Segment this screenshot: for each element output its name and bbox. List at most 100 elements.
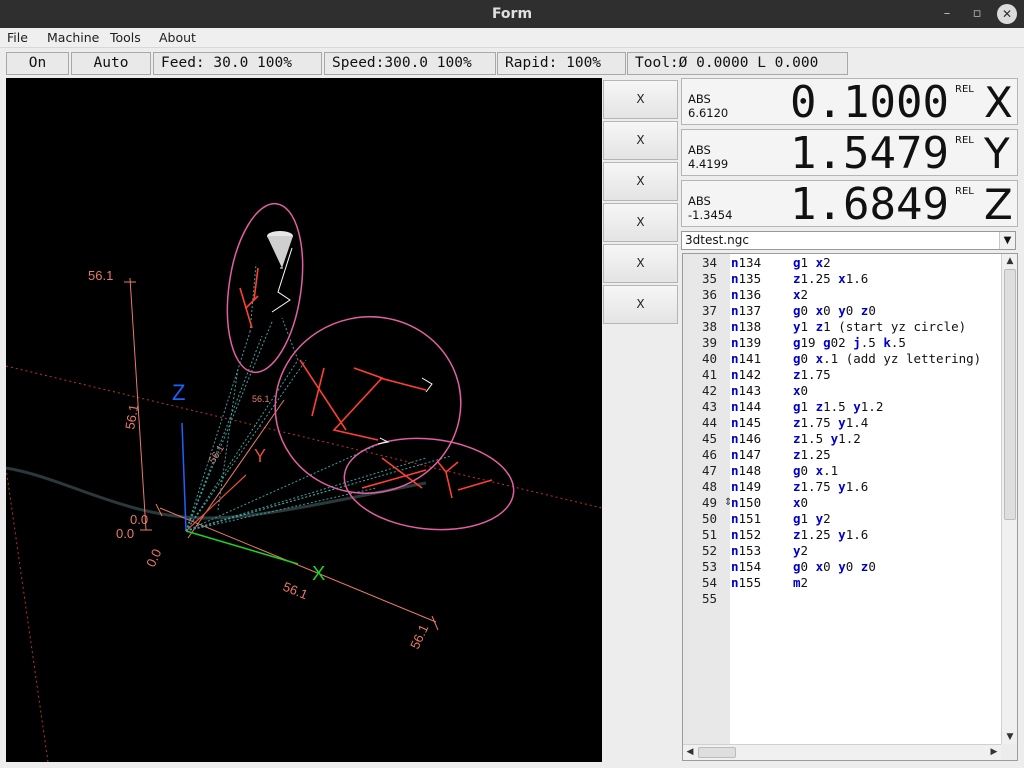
scroll-right-icon[interactable]: ▶ [987, 745, 1001, 760]
horizontal-scrollbar[interactable]: ◀ ▶ [683, 744, 1001, 760]
title-bar: Form – ▫ ✕ [0, 0, 1024, 28]
gcode-command: x2 [793, 287, 809, 302]
gcode-command: z1.75 [793, 367, 831, 382]
line-number: 46 [701, 447, 717, 462]
rapid-override-button[interactable]: Rapid: 100% [497, 52, 626, 75]
block-number: n147 [731, 447, 762, 462]
jog-button-1[interactable]: X [603, 80, 678, 119]
dim-label-y-end: 56.1 [252, 394, 270, 404]
menu-tools[interactable]: Tools [110, 30, 141, 45]
jog-button-3[interactable]: X [603, 162, 678, 201]
dro-y-value: 1.5479 [790, 128, 949, 179]
dimension-lines [124, 277, 439, 631]
scroll-up-icon[interactable]: ▲ [1002, 254, 1017, 268]
jog-button-6[interactable]: X [603, 285, 678, 324]
status-toolbar: On Auto Feed: 30.0 100% Speed:300.0 100%… [0, 51, 1024, 76]
z-axis-label: Z [172, 380, 185, 405]
block-number: n152 [731, 527, 762, 542]
gcode-command: z1.25 [793, 447, 831, 462]
mode-auto-button[interactable]: Auto [71, 52, 151, 75]
line-number: 38 [701, 319, 717, 334]
line-number: 40 [701, 351, 717, 366]
block-number: n134 [731, 255, 762, 270]
jog-button-2[interactable]: X [603, 121, 678, 160]
line-number: 39 [701, 335, 717, 350]
machine-on-button[interactable]: On [6, 52, 69, 75]
line-number: 34 [701, 255, 717, 270]
block-number: n138 [731, 319, 762, 334]
chevron-down-icon[interactable]: ▼ [999, 232, 1015, 249]
dro-x[interactable]: ABS 6.6120 0.1000 REL X [681, 78, 1018, 127]
line-number: 52 [701, 543, 717, 558]
block-number: n137 [731, 303, 762, 318]
tool-info-button[interactable]: Tool:Ø 0.0000 L 0.000 [627, 52, 848, 75]
line-number: 37 [701, 303, 717, 318]
dro-y-abs-label: ABS [688, 143, 711, 157]
dro-x-axis-letter: X [984, 78, 1013, 127]
gcode-command: z1.75 y1.6 [793, 479, 869, 494]
dro-y-axis-letter: Y [984, 129, 1010, 178]
speed-override-button[interactable]: Speed:300.0 100% [324, 52, 496, 75]
dro-x-rel-label: REL [955, 84, 974, 95]
block-number: n136 [731, 287, 762, 302]
menu-about[interactable]: About [159, 30, 196, 45]
minimize-button[interactable]: – [937, 4, 957, 24]
gcode-command: x0 [793, 383, 809, 398]
jog-button-4[interactable]: X [603, 203, 678, 242]
gcode-command: g1 y2 [793, 511, 831, 526]
line-number: 51 [701, 527, 717, 542]
gcode-command: z1.25 y1.6 [793, 527, 869, 542]
scroll-down-icon[interactable]: ▼ [1002, 730, 1017, 744]
x-axis-line [185, 530, 299, 565]
gcode-command: z1.75 y1.4 [793, 415, 869, 430]
block-number: n143 [731, 383, 762, 398]
block-number: n139 [731, 335, 762, 350]
file-select[interactable]: 3dtest.ngc ▼ [681, 231, 1016, 250]
gcode-command: x0 [793, 495, 809, 510]
dim-label-origin-a: 0.0 [116, 526, 134, 541]
line-number: 55 [701, 591, 717, 606]
dro-z[interactable]: ABS -1.3454 1.6849 REL Z [681, 180, 1018, 229]
block-number: n144 [731, 399, 762, 414]
vertical-scroll-thumb[interactable] [1004, 269, 1016, 520]
line-number: 50 [701, 511, 717, 526]
feed-override-button[interactable]: Feed: 30.0 100% [153, 52, 322, 75]
gcode-command: g0 x.1 (add yz lettering) [793, 351, 982, 366]
menu-bar: File Machine Tools About [0, 28, 1024, 48]
block-number: n148 [731, 463, 762, 478]
limit-line-left [6, 467, 49, 762]
vertical-scrollbar[interactable]: ▲ ▼ [1001, 254, 1017, 744]
block-number: n141 [731, 351, 762, 366]
dim-label-z-mid: 56.1 [122, 403, 141, 431]
line-number: 36 [701, 287, 717, 302]
block-number: n155 [731, 575, 762, 590]
dim-label-origin-c: 0.0 [143, 547, 164, 570]
line-number: 53 [701, 559, 717, 574]
dro-z-abs-label: ABS [688, 194, 711, 208]
menu-machine[interactable]: Machine [47, 30, 99, 45]
line-number: 42 [701, 383, 717, 398]
rapid-paths [185, 263, 452, 532]
gcode-command: g0 x0 y0 z0 [793, 559, 876, 574]
tool-cone-icon [267, 231, 293, 269]
block-number: n146 [731, 431, 762, 446]
menu-file[interactable]: File [7, 30, 28, 45]
line-number: 44 [701, 415, 717, 430]
toolpath-canvas[interactable]: 56.1 56.1 56.1 56.1 56.1 56.1 0.0 0.0 0.… [6, 78, 602, 762]
close-button[interactable]: ✕ [997, 4, 1017, 24]
jog-button-5[interactable]: X [603, 244, 678, 283]
block-number: n135 [731, 271, 762, 286]
dro-x-abs-value: 6.6120 [688, 106, 729, 120]
gcode-command: y1 z1 (start yz circle) [793, 319, 967, 334]
3d-preview-viewport[interactable]: 56.1 56.1 56.1 56.1 56.1 56.1 0.0 0.0 0.… [6, 78, 602, 762]
x-axis-label: X [312, 563, 325, 585]
dro-z-abs-value: -1.3454 [688, 208, 733, 222]
scroll-left-icon[interactable]: ◀ [683, 745, 697, 760]
y-axis-label: Y [254, 446, 266, 466]
horizontal-scroll-thumb[interactable] [698, 747, 736, 758]
scroll-corner [1001, 744, 1017, 760]
line-number: 48 [701, 479, 717, 494]
dro-y[interactable]: ABS 4.4199 1.5479 REL Y [681, 128, 1018, 179]
maximize-button[interactable]: ▫ [967, 4, 987, 24]
gcode-editor[interactable]: 34 n134 g1 x2 35 n135 z1.25 x1.6 36 n136 x2 37 n13… [682, 253, 1018, 761]
